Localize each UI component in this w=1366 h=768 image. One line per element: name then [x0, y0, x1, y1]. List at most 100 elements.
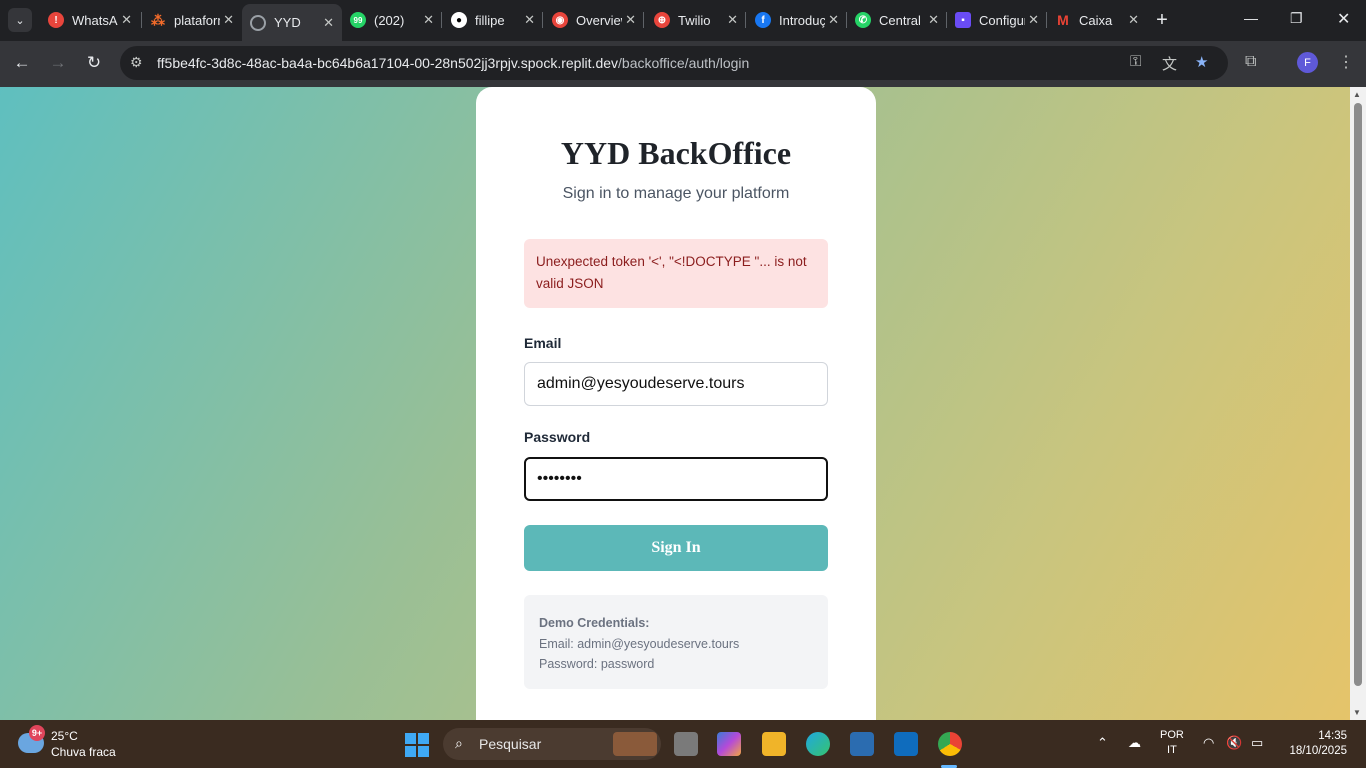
tab-facebook[interactable]: f Introdução ✕ [747, 3, 847, 37]
whatsapp-alert-icon: ! [48, 12, 64, 28]
close-tab-icon[interactable]: ✕ [1128, 12, 1139, 28]
tab-github[interactable]: ● fillipe ✕ [443, 3, 543, 37]
profile-avatar[interactable]: F [1297, 52, 1318, 73]
bookmark-star-icon[interactable]: ★ [1195, 53, 1208, 71]
tab-overview[interactable]: ◉ Overview ✕ [544, 3, 644, 37]
tab-whatsapp[interactable]: ! WhatsApp ✕ [40, 3, 140, 37]
outlook-icon[interactable] [894, 732, 918, 756]
tab-configuracoes[interactable]: ▪ Configurações ✕ [947, 3, 1047, 37]
back-icon[interactable]: ← [10, 53, 34, 73]
minimize-icon[interactable]: — [1244, 10, 1258, 26]
tab-separator [441, 12, 442, 28]
tab-twilio[interactable]: ⊕ Twilio ✕ [646, 3, 746, 37]
weather-description[interactable]: Chuva fraca [51, 745, 116, 759]
url-text[interactable]: ff5be4fc-3d8c-48ac-ba4a-bc64b6a17104-00-… [157, 55, 749, 71]
demo-credentials-box: Demo Credentials: Email: admin@yesyoudes… [524, 595, 828, 689]
translate-icon[interactable]: 文 [1162, 53, 1177, 74]
close-tab-icon[interactable]: ✕ [323, 15, 334, 31]
scroll-thumb[interactable] [1354, 103, 1362, 686]
menu-icon[interactable]: ⋮ [1338, 52, 1354, 72]
tab-title: Configurações [979, 12, 1025, 28]
tab-separator [643, 12, 644, 28]
password-label: Password [524, 429, 591, 445]
tab-search-button[interactable]: ⌄ [8, 8, 32, 32]
password-key-icon[interactable]: ⚿ [1130, 53, 1141, 70]
scroll-down-icon[interactable]: ▼ [1353, 708, 1361, 717]
close-tab-icon[interactable]: ✕ [524, 12, 535, 28]
volume-muted-icon[interactable]: 🔇 [1226, 735, 1242, 751]
close-tab-icon[interactable]: ✕ [727, 12, 738, 28]
clock-time: 14:35 [1318, 730, 1347, 742]
reload-icon[interactable]: ↻ [82, 53, 106, 73]
tab-yyd-backoffice[interactable]: YYD - BackOffice ✕ [242, 4, 342, 41]
sign-in-button[interactable]: Sign In [524, 525, 828, 571]
language-indicator[interactable]: POR IT [1160, 728, 1184, 758]
windows-taskbar: 9+ 25°C Chuva fraca ⌕ Pesquisar ⌃ ☁ POR … [0, 720, 1366, 768]
language-code: POR [1160, 729, 1184, 741]
taskbar-search[interactable]: ⌕ Pesquisar [443, 728, 661, 760]
search-placeholder: Pesquisar [479, 736, 542, 752]
task-view-icon[interactable] [674, 732, 698, 756]
site-info-icon[interactable]: ⚙ [130, 54, 143, 71]
close-tab-icon[interactable]: ✕ [828, 12, 839, 28]
tab-title: YYD - BackOffice [274, 15, 304, 30]
whatsapp-icon: ✆ [855, 12, 871, 28]
close-tab-icon[interactable]: ✕ [423, 12, 434, 28]
scroll-up-icon[interactable]: ▲ [1353, 90, 1361, 99]
tab-title: plataforma [174, 12, 220, 28]
weather-temperature[interactable]: 25°C [51, 729, 78, 743]
close-tab-icon[interactable]: ✕ [121, 12, 132, 28]
github-icon: ● [451, 12, 467, 28]
chat-icon: ▪ [955, 12, 971, 28]
facebook-icon: f [755, 12, 771, 28]
tab-title: Introdução [779, 12, 825, 28]
tab-title: fillipe [475, 12, 505, 28]
demo-credentials-title: Demo Credentials: [539, 616, 650, 630]
keyboard-layout: IT [1167, 744, 1177, 756]
tab-strip: ⌄ ! WhatsApp ✕ ⁂ plataforma ✕ YYD - Back… [0, 0, 1366, 41]
tab-separator [542, 12, 543, 28]
tab-whatsapp-business[interactable]: 99 (202) ✕ [342, 3, 442, 37]
login-card: YYD BackOffice Sign in to manage your pl… [476, 87, 876, 720]
close-tab-icon[interactable]: ✕ [223, 12, 234, 28]
extensions-icon[interactable]: ⧉ [1245, 53, 1256, 71]
chrome-icon[interactable] [938, 732, 962, 756]
close-tab-icon[interactable]: ✕ [1028, 12, 1039, 28]
tab-title: (202) [374, 12, 405, 28]
onedrive-icon[interactable]: ☁ [1128, 735, 1141, 751]
windows-start-icon[interactable] [405, 733, 429, 757]
system-clock[interactable]: 14:35 18/10/2025 [1284, 729, 1347, 759]
new-tab-button[interactable]: + [1152, 9, 1172, 32]
wifi-icon[interactable]: ◠ [1203, 735, 1214, 751]
close-tab-icon[interactable]: ✕ [625, 12, 636, 28]
edge-icon[interactable] [806, 732, 830, 756]
tab-title: Central [879, 12, 921, 28]
restore-icon[interactable]: ❐ [1290, 10, 1303, 27]
url-path: /backoffice/auth/login [618, 55, 750, 71]
address-bar[interactable]: ⚙ ff5be4fc-3d8c-48ac-ba4a-bc64b6a17104-0… [120, 46, 1228, 80]
battery-icon[interactable]: ▭ [1251, 735, 1263, 751]
replit-icon: ⁂ [151, 11, 165, 28]
tab-gmail[interactable]: M Caixa ✕ [1047, 3, 1147, 37]
error-alert: Unexpected token '<', "<!DOCTYPE "... is… [524, 239, 828, 308]
page-title: YYD BackOffice [560, 135, 792, 171]
page-subtitle: Sign in to manage your platform [562, 185, 790, 202]
tray-overflow-icon[interactable]: ⌃ [1097, 735, 1108, 751]
tab-plataforma[interactable]: ⁂ plataforma ✕ [142, 3, 242, 37]
email-field[interactable] [524, 362, 828, 406]
twilio-icon: ◉ [552, 12, 568, 28]
file-explorer-icon[interactable] [762, 732, 786, 756]
forward-icon[interactable]: → [46, 53, 70, 73]
page-scrollbar[interactable]: ▲ ▼ [1350, 87, 1366, 720]
store-icon[interactable] [850, 732, 874, 756]
whatsapp-icon: 99 [350, 12, 366, 28]
tab-central[interactable]: ✆ Central ✕ [847, 3, 947, 37]
tab-title: Twilio [678, 12, 711, 28]
tab-title: Overview [576, 12, 622, 28]
m365-icon[interactable] [717, 732, 741, 756]
close-window-icon[interactable]: ✕ [1337, 9, 1350, 29]
url-host: ff5be4fc-3d8c-48ac-ba4a-bc64b6a17104-00-… [157, 55, 619, 71]
password-field[interactable] [524, 457, 828, 501]
close-tab-icon[interactable]: ✕ [928, 12, 939, 28]
weather-badge: 9+ [29, 725, 45, 741]
